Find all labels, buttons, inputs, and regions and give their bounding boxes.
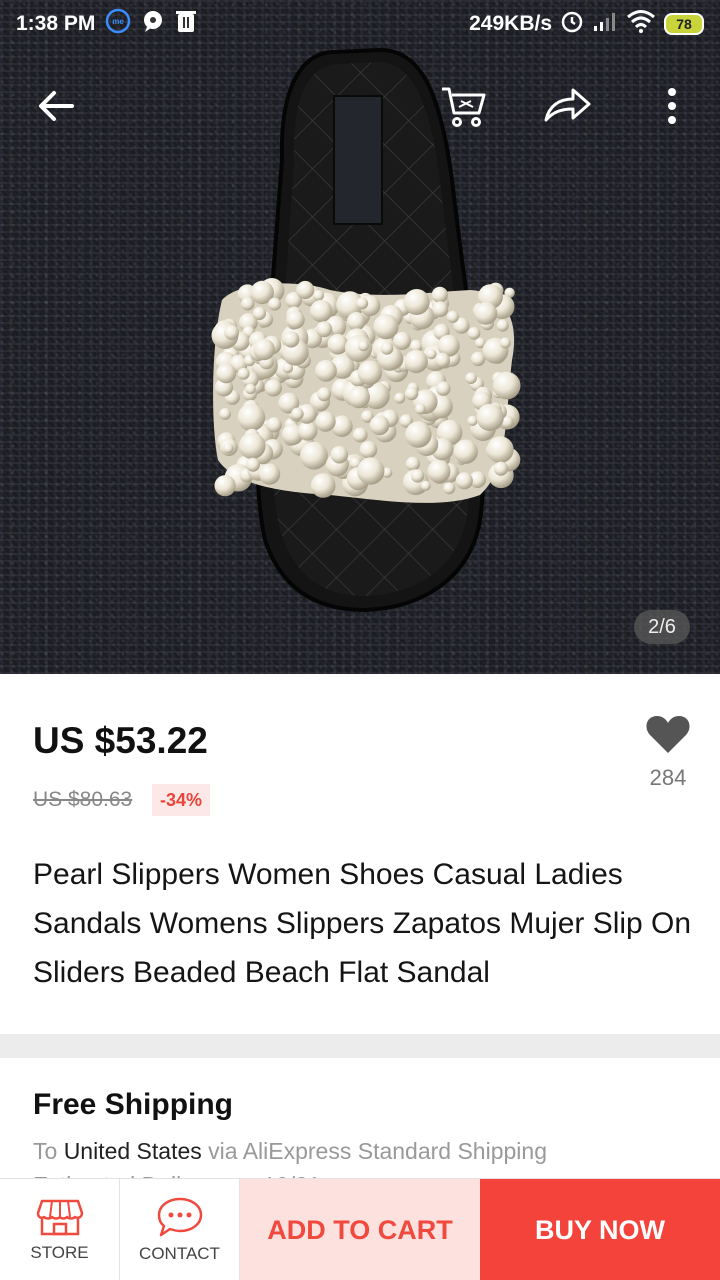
- shipping-destination-line: To United States via AliExpress Standard…: [33, 1138, 547, 1165]
- back-arrow-icon: [39, 91, 74, 121]
- share-button[interactable]: [541, 80, 593, 132]
- cart-button[interactable]: [438, 80, 490, 132]
- contact-button[interactable]: CONTACT: [120, 1179, 240, 1280]
- store-button[interactable]: STORE: [0, 1179, 120, 1280]
- share-icon: [544, 88, 591, 122]
- trash-icon: [175, 9, 197, 39]
- chat-icon: [157, 1197, 202, 1237]
- store-icon: [36, 1199, 83, 1236]
- messenger-icon: me: [105, 8, 131, 40]
- status-bar: 1:38 PM me 249KB/s 78: [0, 0, 720, 48]
- current-price: US $53.22: [33, 720, 208, 761]
- svg-text:me: me: [113, 17, 125, 26]
- price-section: US $53.22 US $80.63 -34% 284 Pearl Slipp…: [0, 674, 720, 1034]
- signal-icon: [592, 10, 618, 38]
- section-divider: [0, 1034, 720, 1058]
- product-title: Pearl Slippers Women Shoes Casual Ladies…: [33, 858, 692, 989]
- wishlist-count: 284: [649, 765, 687, 790]
- shipping-title: Free Shipping: [33, 1088, 234, 1121]
- bottom-action-bar: STORE CONTACT ADD TO CART BUY NOW: [0, 1178, 720, 1280]
- store-label: STORE: [30, 1243, 89, 1262]
- heart-icon: [646, 716, 690, 753]
- more-vertical-icon: [668, 88, 676, 124]
- chat-bubble-icon: [141, 9, 165, 39]
- discount-badge: -34%: [152, 784, 211, 816]
- cart-icon: [442, 87, 486, 127]
- add-to-cart-button[interactable]: ADD TO CART: [240, 1179, 480, 1280]
- wifi-icon: [626, 9, 656, 39]
- gallery-page-indicator: 2/6: [634, 610, 690, 644]
- shipping-to-label: To: [33, 1138, 58, 1164]
- product-photo: [211, 47, 521, 613]
- network-speed: 249KB/s: [469, 12, 552, 35]
- shipping-section[interactable]: Free Shipping To United States via AliEx…: [0, 1058, 720, 1188]
- more-options-button[interactable]: [646, 80, 698, 132]
- shipping-method: via AliExpress Standard Shipping: [208, 1138, 547, 1164]
- buy-now-button[interactable]: BUY NOW: [480, 1179, 720, 1280]
- back-button[interactable]: [30, 80, 82, 132]
- alarm-icon: [560, 9, 584, 39]
- product-image-gallery[interactable]: 1:38 PM me 249KB/s 78 2/6: [0, 0, 720, 674]
- wishlist-button[interactable]: 284: [640, 714, 696, 791]
- shipping-destination: United States: [63, 1138, 202, 1164]
- status-time: 1:38 PM: [16, 12, 96, 35]
- contact-label: CONTACT: [139, 1244, 220, 1263]
- battery-icon: 78: [664, 13, 704, 35]
- original-price: US $80.63: [33, 788, 133, 811]
